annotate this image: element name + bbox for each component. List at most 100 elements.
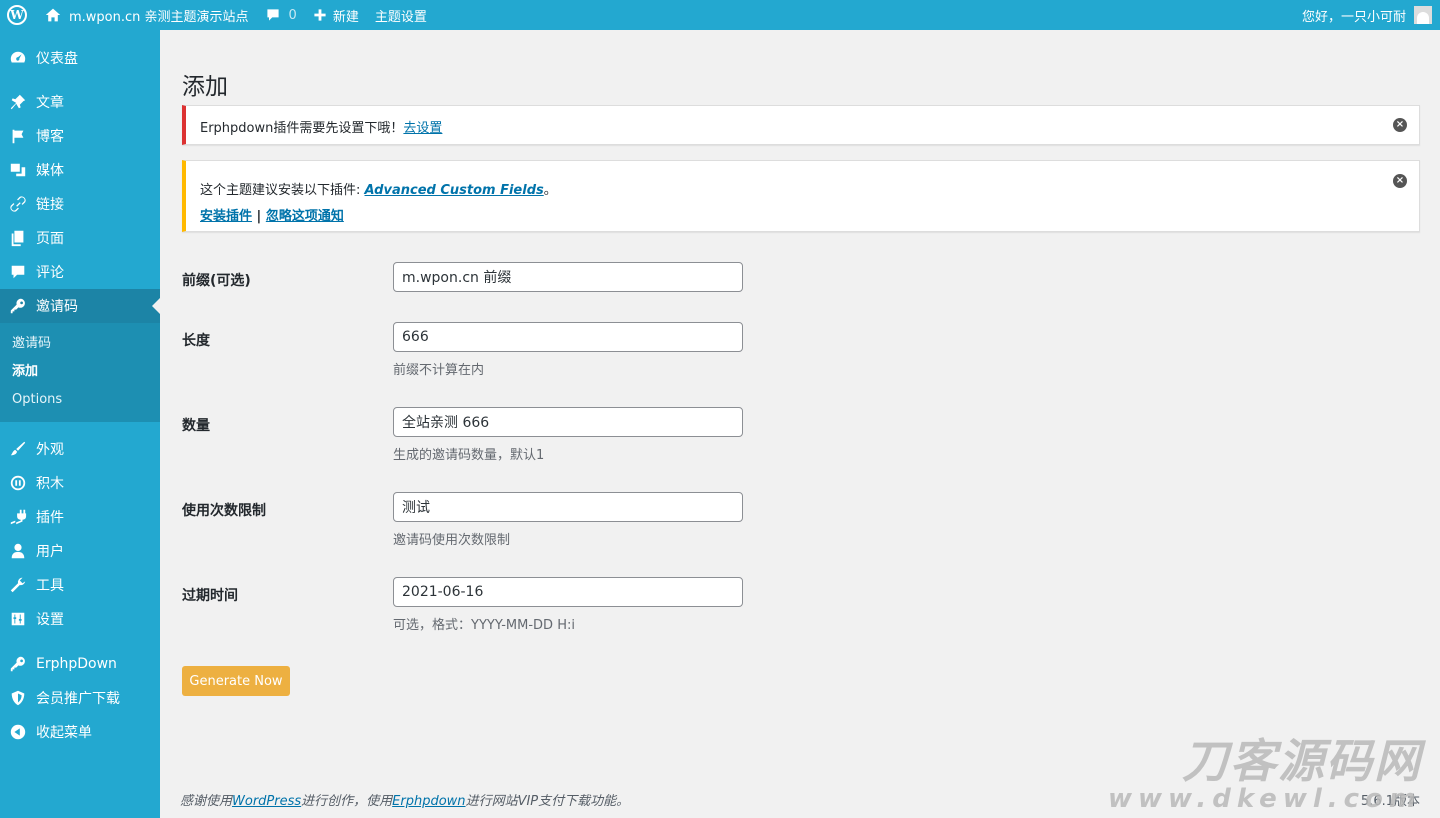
watermark-title: 刀客源码网 bbox=[1182, 734, 1422, 788]
settings-icon bbox=[8, 609, 28, 629]
comment-bubble-icon bbox=[266, 9, 279, 21]
menu-settings[interactable]: 设置 bbox=[0, 602, 160, 636]
menu-label: 邀请码 bbox=[36, 299, 78, 315]
submenu-options[interactable]: Options bbox=[0, 386, 160, 414]
avatar bbox=[1414, 6, 1432, 24]
menu-label: 用户 bbox=[36, 544, 64, 560]
menu-appearance[interactable]: 外观 bbox=[0, 432, 160, 466]
submenu-add[interactable]: 添加 bbox=[0, 358, 160, 386]
page-title: 添加 bbox=[182, 74, 228, 100]
menu-plugins[interactable]: 插件 bbox=[0, 500, 160, 534]
menu-media[interactable]: 媒体 bbox=[0, 153, 160, 187]
menu-label: 文章 bbox=[36, 95, 64, 111]
menu-dashboard[interactable]: 仪表盘 bbox=[0, 41, 160, 75]
site-name: m.wpon.cn 亲测主题演示站点 bbox=[69, 9, 249, 25]
menu-collapse[interactable]: 收起菜单 bbox=[0, 715, 160, 749]
watermark: 刀客源码网 www.dkewl.com bbox=[1108, 738, 1422, 812]
menu-links[interactable]: 链接 bbox=[0, 187, 160, 221]
menu-erphpdown[interactable]: ErphpDown bbox=[0, 647, 160, 681]
invite-code-submenu: 邀请码 添加 Options bbox=[0, 323, 160, 422]
menu-label: 插件 bbox=[36, 510, 64, 526]
expire-label: 过期时间 bbox=[182, 588, 238, 604]
error-notice: Erphpdown插件需要先设置下哦！去设置 × bbox=[182, 105, 1420, 145]
menu-label: 仪表盘 bbox=[36, 51, 78, 67]
link-separator: | bbox=[252, 209, 266, 224]
dashboard-icon bbox=[8, 48, 28, 68]
error-notice-text: Erphpdown插件需要先设置下哦！ bbox=[200, 121, 404, 136]
brush-icon bbox=[8, 439, 28, 459]
wp-logo-menu[interactable]: W bbox=[0, 0, 37, 30]
menu-label: 博客 bbox=[36, 129, 64, 145]
menu-blocks[interactable]: 积木 bbox=[0, 466, 160, 500]
theme-settings-label: 主题设置 bbox=[374, 9, 427, 25]
collapse-icon bbox=[8, 722, 28, 742]
plus-icon bbox=[314, 9, 326, 21]
limit-label: 使用次数限制 bbox=[182, 503, 266, 519]
user-icon bbox=[8, 541, 28, 561]
dismiss-notice-link[interactable]: 忽略这项通知 bbox=[266, 209, 344, 224]
menu-tools[interactable]: 工具 bbox=[0, 568, 160, 602]
menu-label: 积木 bbox=[36, 476, 64, 492]
flag-icon bbox=[8, 126, 28, 146]
prefix-input[interactable] bbox=[393, 262, 743, 292]
menu-label: 工具 bbox=[36, 578, 64, 594]
go-settings-link[interactable]: 去设置 bbox=[403, 121, 442, 136]
menu-label: 设置 bbox=[36, 612, 64, 628]
comments-link[interactable]: 0 bbox=[257, 0, 305, 30]
close-icon[interactable]: × bbox=[1393, 118, 1407, 132]
menu-comments[interactable]: 评论 bbox=[0, 255, 160, 289]
comment-icon bbox=[8, 262, 28, 282]
watermark-url: www.dkewl.com bbox=[1107, 784, 1422, 814]
wordpress-link[interactable]: WordPress bbox=[232, 794, 301, 809]
plugin-icon bbox=[8, 507, 28, 527]
wrench-icon bbox=[8, 575, 28, 595]
greeting: 您好，一只小可耐 bbox=[1301, 9, 1406, 25]
menu-invite-code[interactable]: 邀请码 bbox=[0, 289, 160, 323]
length-input[interactable] bbox=[393, 322, 743, 352]
footer-middle: 进行创作，使用 bbox=[301, 794, 393, 809]
menu-label: 评论 bbox=[36, 265, 64, 281]
menu-label: 会员推广下载 bbox=[36, 691, 120, 707]
warning-notice-actions: 安装插件 | 忽略这项通知 bbox=[200, 205, 344, 224]
comments-count: 0 bbox=[288, 7, 297, 23]
menu-users[interactable]: 用户 bbox=[0, 534, 160, 568]
my-account-menu[interactable]: 您好，一只小可耐 bbox=[1294, 0, 1440, 30]
menu-label: 链接 bbox=[36, 197, 64, 213]
generate-now-button[interactable]: Generate Now bbox=[182, 666, 290, 696]
menu-label: 收起菜单 bbox=[36, 725, 92, 741]
blocks-icon bbox=[8, 473, 28, 493]
footer-prefix: 感谢使用 bbox=[180, 794, 233, 809]
wordpress-logo-icon: W bbox=[7, 5, 27, 25]
count-input[interactable] bbox=[393, 407, 743, 437]
shield-icon bbox=[8, 688, 28, 708]
length-description: 前缀不计算在内 bbox=[393, 363, 485, 378]
key-icon bbox=[8, 654, 28, 674]
close-icon[interactable]: × bbox=[1393, 174, 1407, 188]
home-icon bbox=[45, 8, 61, 22]
menu-member-promo[interactable]: 会员推广下载 bbox=[0, 681, 160, 715]
site-name-link[interactable]: m.wpon.cn 亲测主题演示站点 bbox=[37, 0, 257, 30]
prefix-label: 前缀(可选) bbox=[182, 273, 251, 289]
menu-posts[interactable]: 文章 bbox=[0, 85, 160, 119]
plugin-recommend-notice: 这个主题建议安装以下插件: Advanced Custom Fields。 安装… bbox=[182, 160, 1420, 232]
theme-settings-link[interactable]: 主题设置 bbox=[367, 0, 435, 30]
submenu-invite-code[interactable]: 邀请码 bbox=[0, 330, 160, 358]
media-icon bbox=[8, 160, 28, 180]
install-plugins-link[interactable]: 安装插件 bbox=[200, 209, 252, 224]
link-icon bbox=[8, 194, 28, 214]
admin-menu: 仪表盘 文章 博客 媒体 链接 页面 评论 邀请码 邀请码 添加 Options… bbox=[0, 30, 160, 818]
error-notice-message: Erphpdown插件需要先设置下哦！去设置 bbox=[200, 117, 442, 136]
acf-plugin-link[interactable]: Advanced Custom Fields bbox=[365, 183, 544, 198]
expire-input[interactable] bbox=[393, 577, 743, 607]
erphpdown-link[interactable]: Erphpdown bbox=[392, 794, 465, 809]
menu-pages[interactable]: 页面 bbox=[0, 221, 160, 255]
footer-suffix: 进行网站VIP支付下载功能。 bbox=[465, 794, 630, 809]
length-label: 长度 bbox=[182, 333, 210, 349]
key-icon bbox=[8, 296, 28, 316]
warning-notice-message: 这个主题建议安装以下插件: Advanced Custom Fields。 bbox=[200, 179, 557, 198]
menu-blog[interactable]: 博客 bbox=[0, 119, 160, 153]
menu-label: 媒体 bbox=[36, 163, 64, 179]
limit-input[interactable] bbox=[393, 492, 743, 522]
new-content-link[interactable]: 新建 bbox=[305, 0, 367, 30]
count-label: 数量 bbox=[182, 418, 210, 434]
